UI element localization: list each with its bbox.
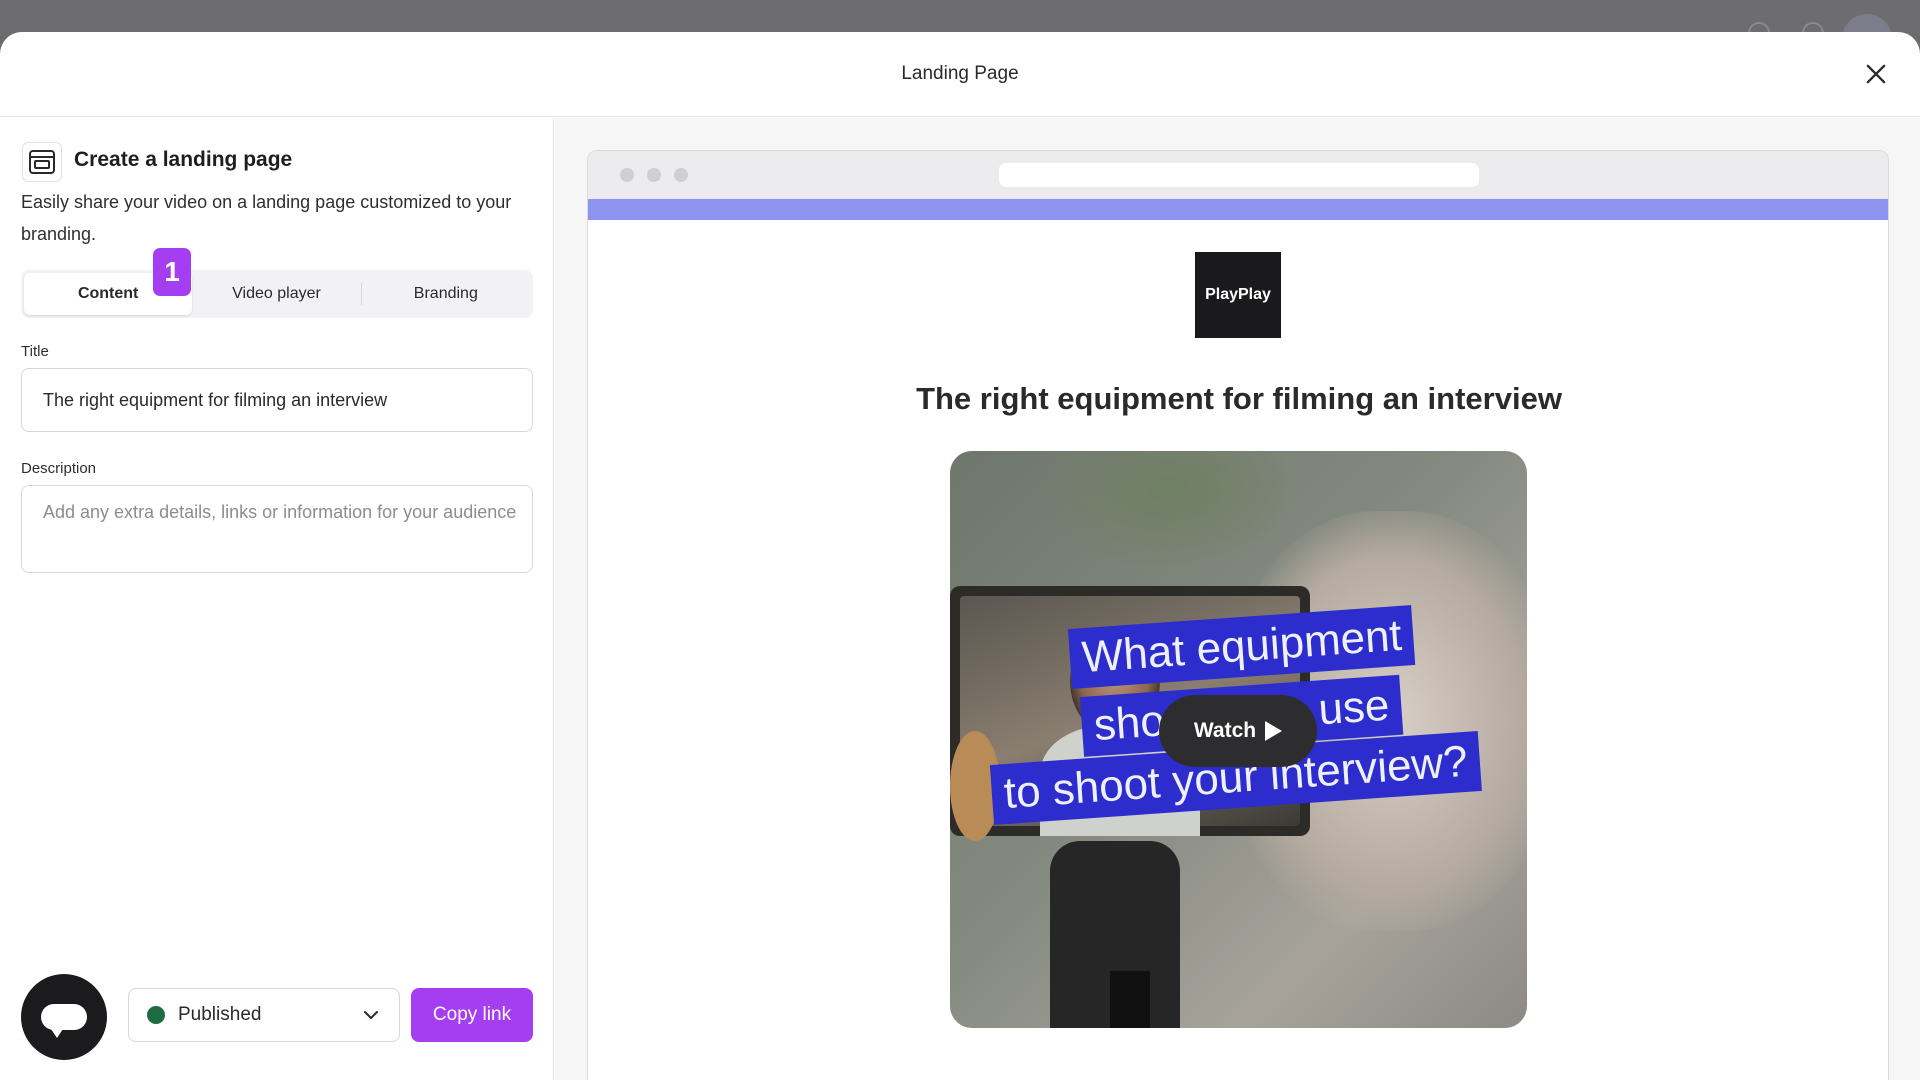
modal-header: Landing Page	[0, 32, 1920, 117]
description-input[interactable]	[21, 485, 533, 573]
tab-video-player[interactable]: Video player	[192, 273, 360, 315]
background-app-bar	[0, 0, 1920, 64]
chat-bubble-icon	[41, 1004, 87, 1038]
chevron-down-icon	[361, 1005, 381, 1025]
url-bar	[999, 163, 1479, 187]
video-scene-plant	[1040, 451, 1300, 571]
landing-page-icon	[22, 142, 62, 182]
status-dropdown[interactable]: Published	[128, 988, 400, 1042]
title-input[interactable]: The right equipment for filming an inter…	[21, 368, 533, 432]
settings-panel: Create a landing page Easily share your …	[0, 118, 554, 1080]
panel-description: Easily share your video on a landing pag…	[21, 192, 512, 244]
copy-link-button[interactable]: Copy link	[411, 988, 533, 1042]
landing-page-modal: Landing Page Create a landing page Easil…	[0, 32, 1920, 1080]
window-dot-icon	[674, 168, 688, 182]
watch-label: Watch	[1193, 719, 1257, 742]
browser-mockup: PlayPlay The right equipment for filming…	[587, 150, 1889, 1080]
preview-title: The right equipment for filming an inter…	[916, 381, 1562, 416]
title-label: Title	[21, 343, 49, 360]
close-icon	[1866, 64, 1886, 84]
panel-heading: Create a landing page	[74, 148, 293, 171]
status-label: Published	[178, 1004, 262, 1025]
step-badge: 1	[153, 248, 191, 296]
brand-logo: PlayPlay	[1195, 252, 1281, 338]
play-icon	[1265, 721, 1283, 741]
watch-button[interactable]: Watch	[1159, 695, 1317, 767]
branding-accent-bar	[588, 199, 1888, 220]
chat-support-button[interactable]	[21, 974, 107, 1060]
description-label: Description	[21, 460, 97, 477]
status-dot	[147, 1006, 165, 1024]
modal-title: Landing Page	[901, 63, 1019, 84]
tab-branding[interactable]: Branding	[362, 273, 530, 315]
browser-toolbar	[588, 151, 1888, 199]
tab-bar: Content Video player Branding	[21, 270, 533, 318]
window-dot-icon	[647, 168, 661, 182]
close-button[interactable]	[1862, 60, 1890, 88]
window-dot-icon	[620, 168, 634, 182]
video-thumbnail[interactable]: What equipment should you use to shoot y…	[950, 451, 1527, 1028]
preview-panel: PlayPlay The right equipment for filming…	[555, 118, 1920, 1080]
